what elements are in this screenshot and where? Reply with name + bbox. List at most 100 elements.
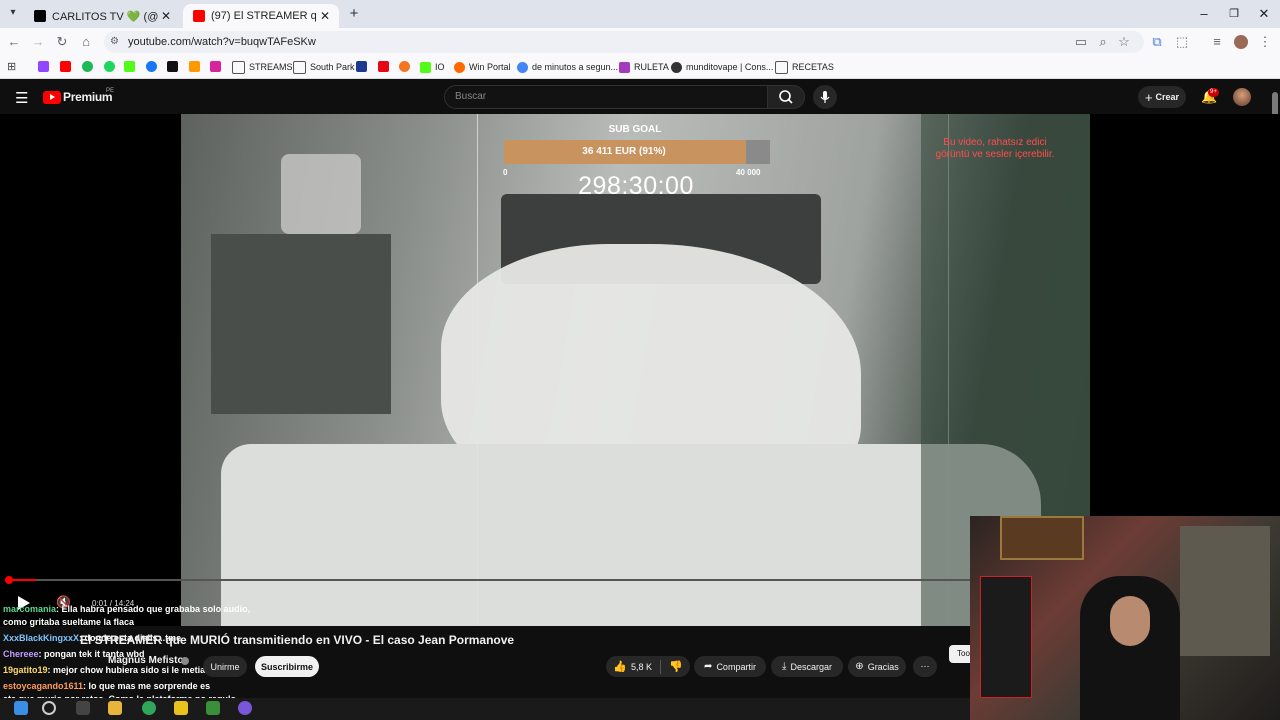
dislike-icon[interactable]: 👎: [669, 660, 683, 673]
hamburger-menu-icon[interactable]: ☰: [15, 89, 28, 107]
kick-icon[interactable]: [124, 61, 135, 72]
zoom-icon[interactable]: ⌕: [1094, 33, 1112, 51]
video-progress-track[interactable]: [8, 579, 970, 581]
channel-name[interactable]: Magnus Mefisto: [108, 655, 184, 666]
close-icon[interactable]: ✕: [158, 9, 174, 23]
chat-message: estoycagando1611: lo que mas me sorprend…: [3, 681, 210, 691]
create-button[interactable]: + Crear: [1138, 86, 1186, 108]
search-input[interactable]: [444, 85, 769, 109]
youtube-premium-logo[interactable]: Premium: [63, 90, 113, 104]
reload-icon[interactable]: ↻: [53, 33, 71, 51]
window-close-button[interactable]: ✕: [1249, 4, 1279, 24]
profile-avatar[interactable]: [1234, 35, 1248, 49]
app-icon[interactable]: [174, 701, 188, 715]
thanks-button[interactable]: ⊕ Gracias: [848, 656, 906, 677]
translate-icon[interactable]: ⧉: [1148, 33, 1166, 51]
facebook-icon[interactable]: [146, 61, 157, 72]
crunchyroll-icon[interactable]: [399, 61, 410, 72]
site-info-icon[interactable]: ⚙: [110, 36, 119, 47]
youtube-logo-icon[interactable]: [43, 91, 61, 104]
bookmark-south-park[interactable]: South Park: [293, 60, 355, 74]
chrome-icon[interactable]: [142, 701, 156, 715]
bookmark-star-icon[interactable]: ☆: [1115, 33, 1133, 51]
spotify-icon[interactable]: [82, 61, 93, 72]
new-tab-button[interactable]: +: [346, 5, 362, 22]
google-icon: [517, 61, 528, 73]
tab-search-chevron-icon[interactable]: ▾: [6, 7, 20, 21]
chat-username: 19gatito19: [3, 665, 48, 675]
tab-carlitos[interactable]: CARLITOS TV 💚 (@carlitostv_o ✕: [24, 4, 180, 28]
bookmark-label: RULETA: [634, 62, 669, 72]
thanks-icon: ⊕: [855, 661, 864, 672]
reading-list-icon[interactable]: ≡: [1208, 33, 1226, 51]
youtube-icon[interactable]: [60, 61, 71, 72]
like-icon[interactable]: 👍: [613, 660, 627, 673]
back-icon[interactable]: ←: [5, 33, 23, 51]
minimize-button[interactable]: –: [1189, 4, 1219, 24]
search-icon[interactable]: [42, 701, 56, 715]
home-icon[interactable]: ⌂: [77, 33, 95, 51]
youtube-icon: [193, 10, 205, 22]
spotify-alt-icon[interactable]: [104, 61, 115, 72]
share-label: Compartir: [716, 661, 756, 672]
user-avatar[interactable]: [1233, 88, 1251, 106]
video-scrubber[interactable]: [5, 576, 13, 584]
bookmark-io[interactable]: IO: [420, 60, 445, 74]
bookmark-munditovape[interactable]: munditovape | Cons...: [671, 60, 773, 74]
more-actions-button[interactable]: ⋯: [913, 656, 937, 677]
tab-title: CARLITOS TV 💚 (@carlitostv_o: [52, 10, 158, 23]
voice-search-button[interactable]: [813, 85, 837, 109]
menu-dots-icon[interactable]: ⋮: [1256, 33, 1274, 51]
join-button[interactable]: Unirme: [203, 656, 247, 677]
task-view-icon[interactable]: [76, 701, 90, 715]
bookmark-recetas[interactable]: RECETAS: [775, 60, 834, 74]
bookmark-ruleta[interactable]: RULETA: [619, 60, 669, 74]
divider: [660, 659, 661, 674]
portal-icon: [454, 61, 465, 73]
apps-grid-icon[interactable]: ⊞: [7, 60, 16, 73]
subscribe-button[interactable]: Suscribirme: [255, 656, 319, 677]
restore-button[interactable]: ❐: [1219, 4, 1249, 24]
netflix-icon[interactable]: [378, 61, 389, 72]
m-site-icon[interactable]: [356, 61, 367, 72]
subscribe-label: Suscribirme: [260, 661, 314, 672]
file-explorer-icon[interactable]: [108, 701, 122, 715]
search-placeholder: Buscar: [455, 91, 487, 102]
search-button[interactable]: [767, 85, 805, 109]
folder-icon: [775, 60, 788, 74]
like-count[interactable]: 5,8 K: [631, 662, 652, 672]
bookmark-streams[interactable]: STREAMS: [232, 60, 293, 74]
chat-username: XxxBlackKingxxX: [3, 633, 80, 643]
url-text[interactable]: youtube.com/watch?v=buqwTAFeSKw: [128, 36, 316, 48]
download-label: Descargar: [790, 661, 832, 672]
chat-message: como gritaba sueltame la flaca: [3, 617, 134, 627]
tab-youtube-video[interactable]: (97) El STREAMER que MURIÓ t ✕: [183, 4, 339, 28]
instagram-icon[interactable]: [210, 61, 221, 72]
ruleta-icon: [619, 61, 630, 73]
windows-start-icon[interactable]: [14, 701, 28, 715]
more-dots-icon: ⋯: [920, 661, 930, 671]
bookmark-minutos[interactable]: de minutos a segun...: [517, 60, 618, 74]
scene-shelf: [281, 154, 361, 234]
forward-icon[interactable]: →: [29, 33, 47, 51]
amazon-icon[interactable]: [189, 61, 200, 72]
bookmark-label: Win Portal: [469, 62, 511, 72]
discord-icon[interactable]: [238, 701, 252, 715]
sub-goal-label: SUB GOAL: [608, 124, 662, 135]
warning-line-1: Bu video, rahatsız edici: [943, 137, 1047, 148]
app-icon[interactable]: [206, 701, 220, 715]
shelf: [1180, 526, 1270, 656]
twitch-icon[interactable]: [38, 61, 49, 72]
install-app-icon[interactable]: ▭: [1072, 33, 1090, 51]
close-icon[interactable]: ✕: [317, 9, 333, 23]
extensions-icon[interactable]: ⬚: [1173, 33, 1191, 51]
bookmark-win-portal[interactable]: Win Portal: [454, 60, 511, 74]
tiktok-icon[interactable]: [167, 61, 178, 72]
bookmark-label: IO: [435, 62, 445, 72]
bookmark-label: RECETAS: [792, 62, 834, 72]
chat-username: Chereee: [3, 649, 39, 659]
streamer-face: [1110, 596, 1150, 646]
share-button[interactable]: ➦ Compartir: [694, 656, 766, 677]
kick-icon: [420, 61, 431, 73]
download-button[interactable]: ⤓ Descargar: [771, 656, 843, 677]
